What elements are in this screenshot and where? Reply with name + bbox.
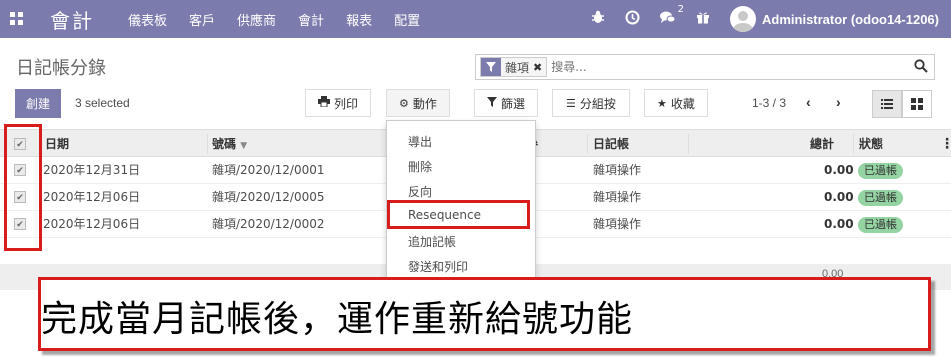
search-icon[interactable] — [914, 59, 928, 73]
menu-item-accounting[interactable]: 會計 — [298, 10, 324, 29]
groupby-button[interactable]: ☰ 分組按 — [552, 89, 630, 117]
sort-caret-icon: ▼ — [240, 141, 248, 151]
user-name[interactable]: Administrator (odoo14-1206) — [762, 12, 939, 27]
list-view-button[interactable] — [872, 90, 902, 118]
funnel-icon — [486, 96, 497, 110]
column-divider — [853, 134, 854, 154]
menu-item-send-and-print[interactable]: 發送和列印 — [408, 258, 468, 275]
action-button[interactable]: ⚙ 動作 — [386, 89, 450, 117]
cell-total: 0.00 — [824, 163, 854, 177]
column-header-date[interactable]: 日期 — [45, 130, 69, 158]
top-navbar: 會計 儀表板 客戶 供應商 會計 報表 配置 2 Administrator (… — [0, 0, 951, 38]
app-brand: 會計 — [50, 8, 94, 33]
apps-menu-icon[interactable] — [10, 12, 24, 26]
menu-item-dashboard[interactable]: 儀表板 — [128, 10, 167, 29]
filter-button-label: 篩選 — [500, 96, 525, 111]
column-divider — [207, 134, 208, 154]
kanban-view-button[interactable] — [902, 90, 932, 118]
column-header-status[interactable]: 狀態 — [859, 130, 883, 158]
cell-date: 2020年12月06日 — [43, 217, 141, 231]
pager-value[interactable]: 1-3 / 3 — [752, 96, 786, 110]
clock-icon[interactable] — [625, 10, 640, 29]
column-header-journal[interactable]: 日記帳 — [593, 130, 629, 158]
cell-journal: 雜項操作 — [593, 163, 642, 177]
menu-item-post-entries[interactable]: 追加記帳 — [408, 233, 456, 250]
print-button-label: 列印 — [333, 96, 358, 111]
checkbox-highlight-box — [4, 124, 42, 251]
status-badge: 已過帳 — [858, 217, 903, 233]
cell-journal: 雜項操作 — [593, 190, 642, 204]
user-avatar[interactable] — [730, 6, 757, 32]
search-facet[interactable]: 雜項 ✖ — [480, 57, 548, 77]
facet-value: 雜項 — [505, 60, 530, 75]
column-header-total[interactable]: 總計 — [810, 130, 834, 158]
favorites-button[interactable]: ★ 收藏 — [644, 89, 708, 117]
cell-journal: 雜項操作 — [593, 217, 642, 231]
cell-number: 雜項/2020/12/0001 — [212, 163, 325, 177]
pager-previous-icon[interactable]: ‹ — [806, 94, 811, 110]
search-input[interactable] — [551, 60, 912, 74]
column-header-number[interactable]: 號碼 ▼ — [212, 130, 247, 158]
menu-item-export[interactable]: 導出 — [408, 133, 432, 150]
menu-item-configuration[interactable]: 配置 — [394, 10, 420, 29]
gift-icon[interactable] — [696, 10, 710, 28]
annotation-caption: 完成當月記帳後，運作重新給號功能 — [41, 299, 634, 340]
menu-item-reports[interactable]: 報表 — [346, 10, 372, 29]
create-button-label: 創建 — [25, 97, 50, 111]
page-title: 日記帳分錄 — [16, 58, 106, 79]
favorites-button-label: 收藏 — [670, 96, 695, 111]
list-icon: ☰ — [566, 96, 576, 110]
kanban-view-icon — [911, 98, 923, 110]
column-options-icon[interactable]: ⋮ — [940, 130, 951, 158]
chat-count-badge: 2 — [677, 4, 685, 15]
main-menu: 儀表板 客戶 供應商 會計 報表 配置 — [128, 10, 442, 29]
menu-item-vendors[interactable]: 供應商 — [237, 10, 276, 29]
gear-icon: ⚙ — [399, 96, 409, 110]
menu-item-delete[interactable]: 刪除 — [408, 158, 432, 175]
column-header-number-label: 號碼 — [212, 137, 237, 151]
create-button[interactable]: 創建 — [15, 89, 61, 118]
facet-remove-icon[interactable]: ✖ — [533, 61, 546, 74]
column-divider — [587, 134, 588, 154]
print-icon — [317, 96, 330, 110]
bug-icon[interactable] — [591, 10, 605, 28]
search-bar[interactable]: 雜項 ✖ — [475, 54, 935, 80]
status-badge: 已過帳 — [858, 190, 903, 206]
selected-count: 3 selected — [75, 96, 130, 110]
column-divider — [688, 134, 689, 154]
pager-next-icon[interactable]: › — [836, 94, 841, 110]
resequence-highlight-box — [387, 200, 530, 229]
navbar-right: 2 Administrator (odoo14-1206) — [591, 0, 951, 38]
cell-number: 雜項/2020/12/0005 — [212, 190, 325, 204]
action-button-label: 動作 — [412, 96, 437, 111]
menu-item-reverse[interactable]: 反向 — [408, 183, 432, 200]
groupby-button-label: 分組按 — [579, 96, 616, 111]
cell-number: 雜項/2020/12/0002 — [212, 217, 325, 231]
menu-item-customers[interactable]: 客戶 — [189, 10, 215, 29]
cell-total: 0.00 — [824, 217, 854, 231]
annotation-caption-box: 完成當月記帳後，運作重新給號功能 — [38, 277, 931, 351]
cell-date: 2020年12月06日 — [43, 190, 141, 204]
cell-date: 2020年12月31日 — [43, 163, 141, 177]
list-view-icon — [881, 99, 893, 109]
chat-icon[interactable]: 2 — [660, 4, 684, 28]
filter-button[interactable]: 篩選 — [474, 89, 538, 117]
status-badge: 已過帳 — [858, 163, 903, 179]
filter-icon — [481, 58, 501, 76]
cell-total: 0.00 — [824, 190, 854, 204]
star-icon: ★ — [657, 96, 667, 110]
print-button[interactable]: 列印 — [305, 89, 371, 117]
